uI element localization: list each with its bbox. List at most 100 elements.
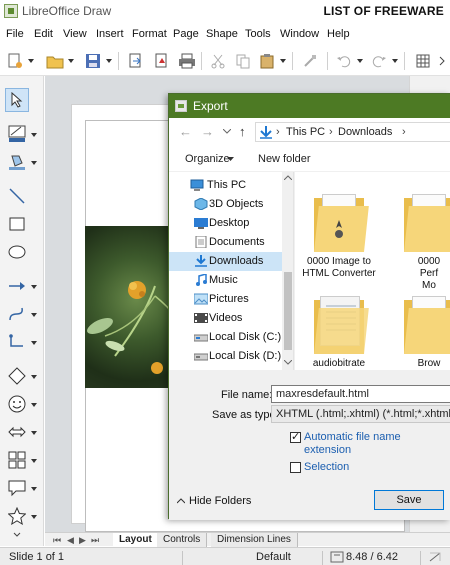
block-arrows-icon[interactable] (5, 420, 29, 444)
menu-shape[interactable]: Shape (206, 28, 238, 40)
file-item-image-to-html[interactable]: 0000 Image to HTML Converter (299, 194, 379, 280)
block-arrows-dropdown-arrow[interactable] (31, 431, 37, 435)
tree-desktop[interactable]: Desktop (169, 214, 282, 233)
tree-local-disk-c[interactable]: Local Disk (C:) (169, 328, 282, 347)
automatic-extension-checkbox[interactable] (290, 430, 301, 443)
tree-local-disk-d[interactable]: Local Disk (D:) (169, 347, 282, 366)
organize-menu-button[interactable]: Organize (185, 153, 230, 165)
menu-format[interactable]: Format (132, 28, 167, 40)
copy-icon[interactable] (232, 50, 254, 72)
breadcrumb-downloads[interactable]: Downloads (338, 126, 392, 138)
tab-layout[interactable]: Layout (113, 533, 159, 547)
lines-arrows-dropdown-arrow[interactable] (31, 285, 37, 289)
drawing-toolbar-more-icon[interactable] (5, 528, 29, 542)
basic-shapes-dropdown-arrow[interactable] (31, 375, 37, 379)
menu-page[interactable]: Page (173, 28, 199, 40)
tree-videos[interactable]: Videos (169, 309, 282, 328)
file-name-input[interactable]: maxresdefault.html (271, 385, 450, 403)
flowchart-icon[interactable] (5, 448, 29, 472)
tree-documents[interactable]: Documents (169, 233, 282, 252)
connector-tool-icon[interactable] (5, 330, 29, 354)
callout-icon[interactable] (5, 476, 29, 500)
connectors-dropdown-arrow[interactable] (31, 341, 37, 345)
ellipse-tool-icon[interactable] (5, 240, 29, 264)
tree-pictures[interactable]: Pictures (169, 290, 282, 309)
curve-tool-icon[interactable] (5, 302, 29, 326)
hide-folders-toggle[interactable]: Hide Folders (176, 495, 251, 507)
paste-icon[interactable] (256, 50, 278, 72)
tab-dimension-lines[interactable]: Dimension Lines (211, 533, 298, 547)
recent-locations-chevron-icon[interactable] (223, 129, 231, 135)
tree-music[interactable]: Music (169, 271, 282, 290)
first-tab-arrow-icon[interactable]: ⏮ (53, 535, 61, 546)
clone-formatting-icon[interactable] (299, 50, 321, 72)
export-icon[interactable] (124, 50, 146, 72)
tree-this-pc[interactable]: This PC (169, 176, 282, 195)
undo-dropdown-arrow[interactable] (357, 59, 363, 63)
symbol-shapes-smiley-icon[interactable] (5, 392, 29, 416)
open-folder-icon[interactable] (44, 50, 66, 72)
symbol-shapes-dropdown-arrow[interactable] (31, 403, 37, 407)
new-dropdown-arrow[interactable] (28, 59, 34, 63)
prev-tab-arrow-icon[interactable]: ◀ (67, 535, 74, 546)
rectangle-tool-icon[interactable] (5, 212, 29, 236)
flowchart-dropdown-arrow[interactable] (31, 459, 37, 463)
menu-window[interactable]: Window (280, 28, 319, 40)
new-document-icon[interactable] (4, 50, 26, 72)
callouts-dropdown-arrow[interactable] (31, 487, 37, 491)
back-arrow-icon[interactable]: ← (179, 124, 192, 139)
save-disk-icon[interactable] (82, 50, 104, 72)
menu-insert[interactable]: Insert (96, 28, 124, 40)
select-pointer-icon[interactable] (5, 88, 29, 112)
tree-3d-objects[interactable]: 3D Objects (169, 195, 282, 214)
curves-dropdown-arrow[interactable] (31, 313, 37, 317)
selection-label[interactable]: Selection (304, 461, 349, 474)
save-button[interactable]: Save (374, 490, 444, 510)
scrollbar-thumb[interactable] (284, 272, 292, 350)
fill-color-dropdown-arrow[interactable] (31, 161, 37, 165)
save-dropdown-arrow[interactable] (106, 59, 112, 63)
menu-file[interactable]: File (6, 28, 24, 40)
line-tool-icon[interactable] (5, 184, 29, 208)
navigation-pane-scrollbar[interactable] (282, 172, 293, 370)
tab-controls[interactable]: Controls (157, 533, 208, 547)
grid-icon[interactable] (412, 50, 434, 72)
print-icon[interactable] (176, 50, 198, 72)
selection-checkbox[interactable] (290, 462, 301, 473)
save-as-type-select[interactable]: XHTML (.html;.xhtml) (*.html;*.xhtml) (271, 405, 450, 423)
up-arrow-icon[interactable]: ↑ (239, 124, 246, 139)
line-color-icon[interactable] (5, 122, 29, 146)
menu-help[interactable]: Help (327, 28, 350, 40)
next-tab-arrow-icon[interactable]: ▶ (79, 535, 86, 546)
redo-dropdown-arrow[interactable] (392, 59, 398, 63)
redo-icon[interactable] (368, 50, 390, 72)
file-item-brow[interactable]: Brow (389, 296, 450, 370)
paste-dropdown-arrow[interactable] (280, 59, 286, 63)
stars-dropdown-arrow[interactable] (31, 515, 37, 519)
line-color-dropdown-arrow[interactable] (31, 133, 37, 137)
menu-edit[interactable]: Edit (34, 28, 53, 40)
arrow-line-tool-icon[interactable] (5, 274, 29, 298)
forward-arrow-icon[interactable]: → (201, 124, 214, 139)
file-item-audiobitrate[interactable]: audiobitrate (299, 296, 379, 370)
toolbar-overflow-icon[interactable] (432, 50, 450, 72)
scroll-down-arrow-icon[interactable] (284, 360, 292, 365)
menu-tools[interactable]: Tools (245, 28, 271, 40)
export-pdf-icon[interactable] (150, 50, 172, 72)
fill-color-icon[interactable] (5, 150, 29, 174)
automatic-extension-label[interactable]: Automatic file name extension (304, 431, 401, 457)
tree-downloads[interactable]: Downloads (169, 252, 282, 271)
last-tab-arrow-icon[interactable]: ⏭ (91, 535, 99, 546)
menu-view[interactable]: View (63, 28, 87, 40)
scroll-up-arrow-icon[interactable] (284, 175, 292, 180)
organize-dropdown-icon[interactable] (227, 157, 234, 162)
breadcrumb-this-pc[interactable]: This PC (286, 126, 325, 138)
star-shapes-icon[interactable] (5, 504, 29, 528)
basic-shapes-diamond-icon[interactable] (5, 364, 29, 388)
new-folder-button[interactable]: New folder (258, 153, 311, 165)
cut-icon[interactable] (207, 50, 229, 72)
open-dropdown-arrow[interactable] (68, 59, 74, 63)
address-bar[interactable]: › This PC › Downloads › (255, 122, 450, 142)
dialog-title-bar[interactable]: Export (169, 94, 450, 118)
file-item-perf-folder[interactable]: 0000 Perf Mo (389, 194, 450, 292)
